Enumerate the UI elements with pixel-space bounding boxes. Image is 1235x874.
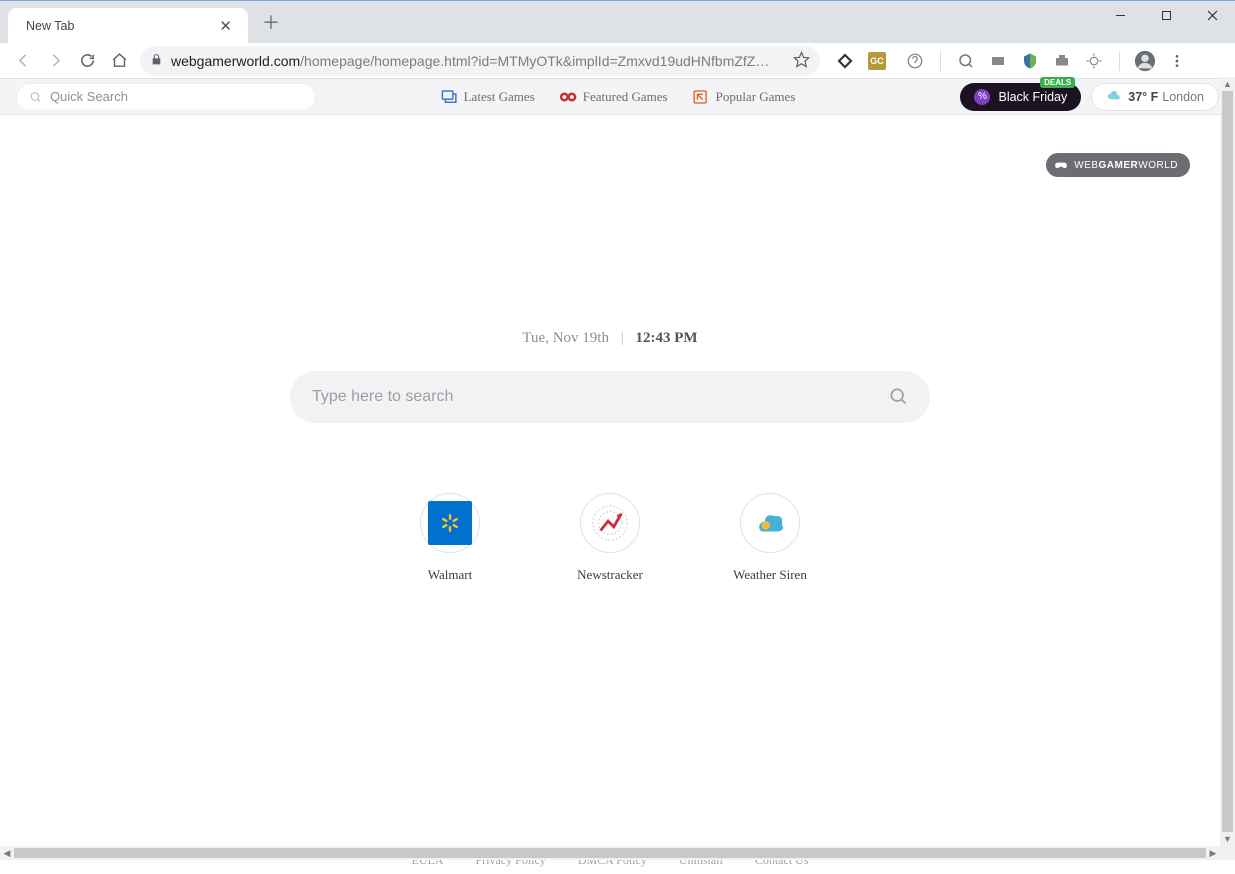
quick-link-weather-siren[interactable]: Weather Siren	[725, 493, 815, 583]
quick-links: Walmart Newstracker Weather Siren	[290, 493, 930, 583]
extension-icon-7[interactable]	[1049, 48, 1075, 74]
main-search-input[interactable]	[312, 388, 888, 406]
home-button[interactable]	[104, 46, 134, 76]
percent-icon: %	[974, 89, 990, 105]
horizontal-scrollbar[interactable]: ◀ ▶	[0, 846, 1220, 860]
nav-label: Popular Games	[716, 89, 796, 105]
deals-badge: DEALS	[1040, 77, 1075, 88]
gamepad-icon	[1054, 158, 1068, 172]
close-tab-icon[interactable]: ✕	[215, 17, 236, 35]
back-button[interactable]	[8, 46, 38, 76]
newstracker-icon	[580, 493, 640, 553]
forward-button[interactable]	[40, 46, 70, 76]
brand-part1: WEB	[1074, 160, 1098, 171]
nav-featured-games[interactable]: Featured Games	[559, 88, 668, 106]
maximize-button[interactable]	[1143, 0, 1189, 30]
scroll-right-arrow[interactable]: ▶	[1206, 846, 1220, 860]
url-text: webgamerworld.com/homepage/homepage.html…	[171, 53, 785, 69]
vertical-scrollbar[interactable]: ▲ ▼	[1220, 77, 1235, 846]
search-button[interactable]	[888, 386, 908, 409]
main-search-box[interactable]	[290, 371, 930, 423]
nav-popular-games[interactable]: Popular Games	[692, 88, 796, 106]
quick-link-newstracker[interactable]: Newstracker	[565, 493, 655, 583]
scroll-thumb[interactable]	[1222, 91, 1233, 832]
page-toolbar: Latest Games Featured Games Popular Game…	[0, 79, 1235, 115]
tab-title: New Tab	[26, 19, 215, 33]
quick-link-label: Walmart	[428, 567, 472, 583]
quick-link-walmart[interactable]: Walmart	[405, 493, 495, 583]
browser-tab-bar: New Tab ✕ ＋	[0, 0, 1235, 43]
scroll-up-arrow[interactable]: ▲	[1220, 77, 1235, 91]
new-tab-button[interactable]: ＋	[262, 9, 280, 35]
extension-icon-1[interactable]	[832, 48, 858, 74]
extension-icon-5[interactable]	[985, 48, 1011, 74]
page-content: WEBGAMERWORLD Tue, Nov 19th | 12:43 PM W…	[0, 115, 1220, 846]
scroll-left-arrow[interactable]: ◀	[0, 846, 14, 860]
toolbar-nav: Latest Games Featured Games Popular Game…	[440, 88, 796, 106]
weather-temp: 37° F	[1128, 90, 1158, 104]
extension-icon-2[interactable]: GC	[864, 48, 890, 74]
weather-city: London	[1162, 90, 1204, 104]
search-icon	[29, 90, 42, 104]
search-icon	[888, 386, 908, 406]
window-controls	[1097, 0, 1235, 30]
nav-label: Featured Games	[583, 89, 668, 105]
scroll-down-arrow[interactable]: ▼	[1220, 832, 1235, 846]
cloud-icon	[1106, 89, 1122, 105]
brand-badge[interactable]: WEBGAMERWORLD	[1046, 153, 1190, 177]
weather-pill[interactable]: 37° F London	[1091, 83, 1219, 111]
brand-part2: GAMER	[1099, 160, 1139, 171]
bookmark-star-icon[interactable]	[793, 51, 810, 71]
extension-icons: GC	[832, 48, 1190, 74]
extension-icon-6[interactable]	[1017, 48, 1043, 74]
time-text: 12:43 PM	[635, 330, 697, 346]
nav-label: Latest Games	[464, 89, 535, 105]
brand-part3: WORLD	[1138, 160, 1178, 171]
extension-icon-4[interactable]	[953, 48, 979, 74]
quick-link-label: Newstracker	[577, 567, 643, 583]
minimize-button[interactable]	[1097, 0, 1143, 30]
reload-button[interactable]	[72, 46, 102, 76]
separator: |	[621, 330, 624, 346]
weather-siren-icon	[740, 493, 800, 553]
extension-icon-8[interactable]	[1081, 48, 1107, 74]
goggles-icon	[559, 88, 577, 106]
quick-search-input[interactable]	[50, 89, 303, 104]
arrow-square-icon	[692, 88, 710, 106]
promo-pill[interactable]: % Black Friday DEALS	[960, 83, 1081, 111]
url-bar[interactable]: webgamerworld.com/homepage/homepage.html…	[140, 46, 820, 76]
center-content: Tue, Nov 19th | 12:43 PM Walmart	[290, 330, 930, 583]
quick-link-label: Weather Siren	[733, 567, 807, 583]
scrollbar-corner	[1220, 846, 1235, 860]
quick-search-box[interactable]	[16, 83, 316, 111]
browser-tab[interactable]: New Tab ✕	[8, 8, 248, 43]
promo-label: Black Friday	[998, 90, 1067, 104]
nav-latest-games[interactable]: Latest Games	[440, 88, 535, 106]
close-window-button[interactable]	[1189, 0, 1235, 30]
date-text: Tue, Nov 19th	[522, 330, 609, 346]
scroll-thumb[interactable]	[14, 848, 1206, 858]
extension-icon-3[interactable]	[902, 48, 928, 74]
address-bar: webgamerworld.com/homepage/homepage.html…	[0, 43, 1235, 79]
datetime-line: Tue, Nov 19th | 12:43 PM	[290, 330, 930, 347]
monitor-icon	[440, 88, 458, 106]
profile-avatar-icon[interactable]	[1132, 48, 1158, 74]
walmart-icon	[420, 493, 480, 553]
browser-menu-icon[interactable]	[1164, 48, 1190, 74]
toolbar-right: % Black Friday DEALS 37° F London	[960, 83, 1219, 111]
lock-icon	[150, 53, 163, 69]
